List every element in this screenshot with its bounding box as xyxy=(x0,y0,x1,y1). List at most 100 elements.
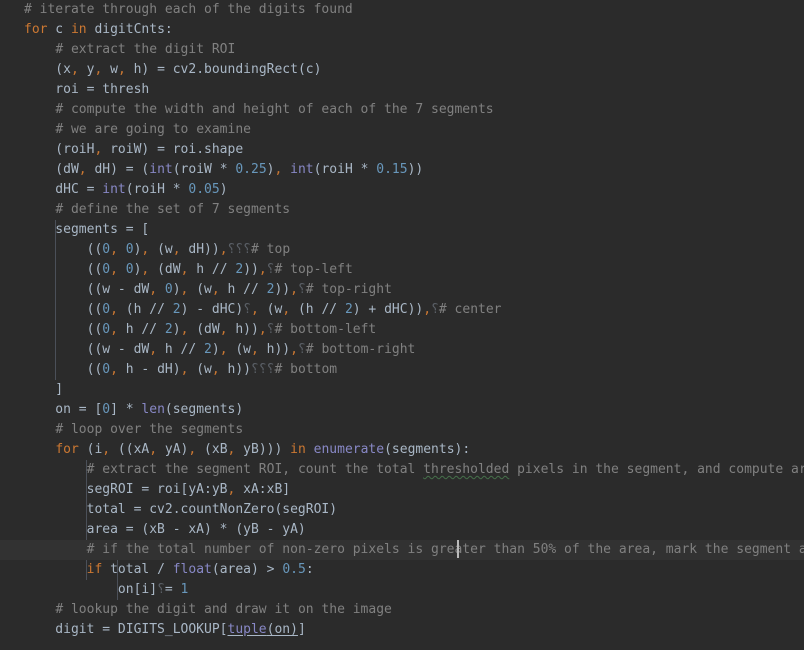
token-pn: digit = DIGITS_LOOKUP[ xyxy=(24,622,228,637)
token-pn: ((xA xyxy=(110,442,150,457)
code-line[interactable]: # loop over the segments xyxy=(0,420,804,440)
code-line-text: ((0, h // 2), (dW, h)),⸮# bottom-left xyxy=(24,322,377,337)
token-pn xyxy=(306,442,314,457)
code-line-text: # if the total number of non-zero pixels… xyxy=(24,542,804,557)
token-pn xyxy=(24,422,55,437)
code-line-text: on = [0] * len(segments) xyxy=(24,402,243,417)
code-line[interactable]: ] xyxy=(0,380,804,400)
code-editor-window[interactable]: # iterate through each of the digits fou… xyxy=(0,0,804,650)
code-line[interactable]: on = [0] * len(segments) xyxy=(0,400,804,420)
code-line[interactable]: if total / float(area) > 0.5: xyxy=(0,560,804,580)
token-pn: (w xyxy=(227,342,251,357)
token-comma: , xyxy=(211,282,220,297)
token-ws: ⸮ xyxy=(266,322,275,337)
code-line-text: (roiH, roiW) = roi.shape xyxy=(24,142,243,157)
token-num: 2 xyxy=(235,262,244,277)
code-line[interactable]: # iterate through each of the digits fou… xyxy=(0,0,804,20)
code-line[interactable]: segments = [ xyxy=(0,220,804,240)
token-pn: ((w - dW xyxy=(24,282,150,297)
token-fn-link[interactable]: tuple xyxy=(228,622,267,637)
token-ws: ⸮ xyxy=(297,342,306,357)
token-num: 2 xyxy=(164,322,173,337)
code-line[interactable]: ((0, 0), (dW, h // 2)),⸮# top-left xyxy=(0,260,804,280)
code-line[interactable]: # if the total number of non-zero pixels… xyxy=(0,540,804,560)
token-num: 0 xyxy=(102,302,111,317)
code-line[interactable]: for c in digitCnts: xyxy=(0,20,804,40)
code-line[interactable]: roi = thresh xyxy=(0,80,804,100)
token-pn: ] xyxy=(24,382,64,397)
token-num: 1 xyxy=(180,582,189,597)
code-line[interactable]: segROI = roi[yA:yB, xA:xB] xyxy=(0,480,804,500)
token-pn: h) = cv2.boundingRect(c) xyxy=(125,62,322,77)
token-comma: , xyxy=(110,362,118,377)
token-num: 0.25 xyxy=(235,162,267,177)
token-cmt: # lookup the digit and draw it on the im… xyxy=(55,602,392,617)
code-line[interactable]: digit = DIGITS_LOOKUP[tuple(on)] xyxy=(0,620,804,640)
code-line[interactable]: (roiH, roiW) = roi.shape xyxy=(0,140,804,160)
code-line[interactable]: ((0, 0), (w, dH)),⸮⸮⸮# top xyxy=(0,240,804,260)
token-pn xyxy=(24,42,55,57)
token-pn: (( xyxy=(24,242,103,257)
token-cmt: # loop over the segments xyxy=(55,422,244,437)
token-pn xyxy=(118,242,126,257)
token-pn: roi = thresh xyxy=(24,82,150,97)
token-pn: (( xyxy=(24,362,103,377)
token-pn: area = (xB - xA) * (yB - yA) xyxy=(24,522,306,537)
code-line[interactable]: # extract the segment ROI, count the tot… xyxy=(0,460,804,480)
code-line[interactable]: # define the set of 7 segments xyxy=(0,200,804,220)
code-line[interactable]: total = cv2.countNonZero(segROI) xyxy=(0,500,804,520)
token-fn: int xyxy=(149,162,173,177)
token-cmt: # center xyxy=(438,302,502,317)
token-kw: in xyxy=(70,22,87,37)
token-comma: , xyxy=(149,342,158,357)
token-pn: yA) xyxy=(157,442,189,457)
token-cmt: # top-right xyxy=(305,282,392,297)
token-kw: in xyxy=(290,442,306,457)
token-cmt: # compute the width and height of each o… xyxy=(55,102,494,117)
token-pn: (dW xyxy=(149,262,181,277)
code-line-text: ((0, h - dH), (w, h))⸮⸮⸮# bottom xyxy=(24,362,338,377)
code-line[interactable]: # lookup the digit and draw it on the im… xyxy=(0,600,804,620)
token-pn: c xyxy=(47,22,71,37)
code-line[interactable]: ((0, h // 2), (dW, h)),⸮# bottom-left xyxy=(0,320,804,340)
token-pn: h)) xyxy=(219,362,252,377)
token-comma: , xyxy=(282,302,291,317)
token-pn: (area) > xyxy=(211,562,283,577)
code-line[interactable]: dHC = int(roiH * 0.05) xyxy=(0,180,804,200)
token-num: 0.5 xyxy=(282,562,306,577)
code-line-text: for c in digitCnts: xyxy=(24,22,173,37)
code-line[interactable]: # we are going to examine xyxy=(0,120,804,140)
token-fn: len xyxy=(141,402,165,417)
code-line[interactable]: # extract the digit ROI xyxy=(0,40,804,60)
token-cmt: # we are going to examine xyxy=(55,122,251,137)
code-line[interactable]: for (i, ((xA, yA), (xB, yB))) in enumera… xyxy=(0,440,804,460)
code-line-text: digit = DIGITS_LOOKUP[tuple(on)] xyxy=(24,622,305,637)
code-line[interactable]: on[i]⸮= 1 xyxy=(0,580,804,600)
code-line-text: area = (xB - xA) * (yB - yA) xyxy=(24,522,306,537)
code-line-text: ((0, (h // 2) - dHC)⸮, (w, (h // 2) + dH… xyxy=(24,302,502,317)
code-line[interactable]: ((0, h - dH), (w, h))⸮⸮⸮# bottom xyxy=(0,360,804,380)
token-comma: , xyxy=(258,262,267,277)
token-pn: dH) = ( xyxy=(86,162,150,177)
token-pn: (dW xyxy=(24,162,79,177)
token-pn-link[interactable]: (on) xyxy=(267,622,298,637)
code-line-text: # compute the width and height of each o… xyxy=(24,102,494,117)
code-line[interactable]: (x, y, w, h) = cv2.boundingRect(c) xyxy=(0,60,804,80)
token-num: 0 xyxy=(164,282,173,297)
code-line[interactable]: # compute the width and height of each o… xyxy=(0,100,804,120)
code-line[interactable]: area = (xB - xA) * (yB - yA) xyxy=(0,520,804,540)
token-comma: , xyxy=(290,282,298,297)
code-line[interactable]: ((0, (h // 2) - dHC)⸮, (w, (h // 2) + dH… xyxy=(0,300,804,320)
token-pn: dH)) xyxy=(180,242,220,257)
token-pn: yB))) xyxy=(235,442,291,457)
token-pn: : xyxy=(305,562,314,577)
token-pn: ) xyxy=(172,322,181,337)
token-pn: y xyxy=(78,62,95,77)
token-pn xyxy=(157,282,165,297)
code-editor-text-area[interactable]: # iterate through each of the digits fou… xyxy=(0,0,804,650)
token-num: 0.15 xyxy=(376,162,408,177)
token-pn: (roiH xyxy=(24,142,95,157)
code-line[interactable]: (dW, dH) = (int(roiW * 0.25), int(roiH *… xyxy=(0,160,804,180)
code-line[interactable]: ((w - dW, h // 2), (w, h)),⸮# bottom-rig… xyxy=(0,340,804,360)
code-line[interactable]: ((w - dW, 0), (w, h // 2)),⸮# top-right xyxy=(0,280,804,300)
